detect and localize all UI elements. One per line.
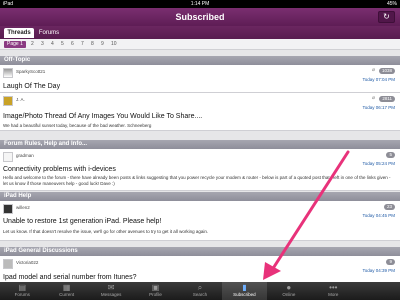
bottom-tab-messages[interactable]: ✉ Messages — [89, 282, 133, 300]
last-reply-time: Today 05:24 PM — [362, 161, 395, 166]
segment-bar: Threads Forums — [0, 26, 400, 39]
thread-title[interactable]: Image/Photo Thread Of Any Images You Wou… — [3, 113, 202, 120]
reply-count-badge: 5 — [386, 152, 395, 158]
section-header: iPad General Discussions — [0, 247, 400, 256]
forums-icon: ▤ — [18, 283, 26, 292]
bottom-tab-label: Subscribed — [233, 292, 256, 297]
pagination-bar: Page 1 2 3 4 5 6 7 8 9 10 — [0, 39, 400, 50]
thread-username: J. A. — [16, 97, 25, 102]
refresh-button[interactable]: ↻ — [378, 11, 395, 23]
battery-label: 45% — [386, 1, 397, 7]
thread-preview: Hello and welcome to the forum - there h… — [3, 175, 391, 186]
page-button-9[interactable]: 9 — [101, 41, 104, 48]
last-reply-time: Today 07:04 PM — [362, 77, 395, 82]
bottom-tab-label: Current — [59, 292, 75, 297]
avatar — [3, 204, 13, 214]
bottom-tab-forums[interactable]: ▤ Forums — [0, 282, 44, 300]
thread-row[interactable]: willen2 23 Today 04:45 PM Unable to rest… — [0, 201, 400, 241]
thread-list: Off-Topic SparkyScott21 ⌀ 1038 Today 07:… — [0, 50, 400, 282]
page-button-10[interactable]: 10 — [111, 41, 117, 48]
status-bar: iPad 1:14 PM 45% — [0, 0, 400, 8]
thread-title[interactable]: Connectivity problems with i-devices — [3, 166, 116, 173]
last-reply-time: Today 04:45 PM — [362, 213, 395, 218]
bottom-tab-current[interactable]: ▦ Current — [44, 282, 88, 300]
clock-label: 1:14 PM — [190, 1, 210, 7]
refresh-icon: ↻ — [383, 12, 390, 21]
page-button-2[interactable]: 2 — [31, 41, 34, 48]
bottom-tab-label: Search — [192, 292, 208, 297]
bottom-tab-profile[interactable]: ▣ Profile — [133, 282, 177, 300]
thread-title[interactable]: Unable to restore 1st generation iPad. P… — [3, 218, 161, 225]
profile-icon: ▣ — [151, 283, 160, 292]
page-button-7[interactable]: 7 — [81, 41, 84, 48]
thread-title[interactable]: Ipad model and serial number from Itunes… — [3, 274, 136, 281]
page-button-4[interactable]: 4 — [51, 41, 54, 48]
last-reply-time: Today 04:39 PM — [362, 268, 395, 273]
thread-row[interactable]: J. A. ⌀ 2811 Today 06:17 PM Image/Photo … — [0, 93, 400, 131]
thread-username: gradman — [16, 153, 34, 158]
page-button-3[interactable]: 3 — [41, 41, 44, 48]
page-button-8[interactable]: 8 — [91, 41, 94, 48]
paperclip-icon: ⌀ — [371, 67, 375, 73]
page-title: Subscribed — [175, 12, 225, 22]
bottom-tab-more[interactable]: ••• More — [311, 282, 355, 300]
reply-count-badge: 1038 — [378, 68, 395, 74]
bottom-tab-search[interactable]: ⌕ Search — [178, 282, 222, 300]
subscribed-icon: ▮ — [242, 283, 247, 292]
bottom-tab-label: Forums — [14, 292, 30, 297]
bottom-tab-label: Profile — [149, 292, 162, 297]
avatar — [3, 96, 13, 106]
bottom-tab-bar: ▤ Forums ▦ Current ✉ Messages ▣ Profile … — [0, 282, 400, 300]
page-button-6[interactable]: 6 — [71, 41, 74, 48]
thread-preview: We had a beautiful sunset today, because… — [3, 123, 152, 128]
reply-count-badge: 2811 — [379, 96, 395, 102]
thread-row[interactable]: gradman 5 Today 05:24 PM Connectivity pr… — [0, 149, 400, 191]
thread-username: SparkyScott21 — [16, 69, 46, 74]
avatar — [3, 68, 13, 78]
tab-threads[interactable]: Threads — [4, 28, 34, 38]
paperclip-icon: ⌀ — [371, 95, 375, 101]
avatar — [3, 152, 13, 162]
bottom-tab-label: Messages — [100, 292, 122, 297]
online-icon: ● — [286, 283, 292, 292]
thread-row[interactable]: Victoria022 9 Today 04:39 PM Ipad model … — [0, 256, 400, 282]
navigation-bar: Subscribed ↻ — [0, 8, 400, 26]
section-header: Off-Topic — [0, 56, 400, 65]
avatar — [3, 259, 13, 269]
reply-count-badge: 23 — [383, 204, 395, 210]
page-button-1[interactable]: Page 1 — [4, 41, 26, 48]
bottom-tab-subscribed[interactable]: ▮ Subscribed — [222, 282, 267, 300]
thread-title[interactable]: Laugh Of The Day — [3, 83, 60, 90]
tab-forums[interactable]: Forums — [36, 28, 62, 38]
thread-username: Victoria022 — [16, 260, 39, 265]
thread-row[interactable]: SparkyScott21 ⌀ 1038 Today 07:04 PM Laug… — [0, 65, 400, 93]
page-button-5[interactable]: 5 — [61, 41, 64, 48]
bottom-tab-label: More — [328, 292, 339, 297]
section-header: iPad Help — [0, 192, 400, 201]
reply-count-badge: 9 — [386, 259, 395, 265]
search-icon: ⌕ — [197, 283, 203, 292]
thread-username: willen2 — [16, 205, 30, 210]
bottom-tab-label: Online — [282, 292, 296, 297]
bottom-tab-online[interactable]: ● Online — [267, 282, 311, 300]
more-icon: ••• — [329, 283, 338, 292]
current-icon: ▦ — [62, 283, 71, 292]
section-header: Forum Rules, Help and Info... — [0, 140, 400, 149]
messages-icon: ✉ — [107, 283, 115, 292]
thread-preview: Let us know. If that doesn't resolve the… — [3, 229, 209, 234]
last-reply-time: Today 06:17 PM — [362, 105, 395, 110]
